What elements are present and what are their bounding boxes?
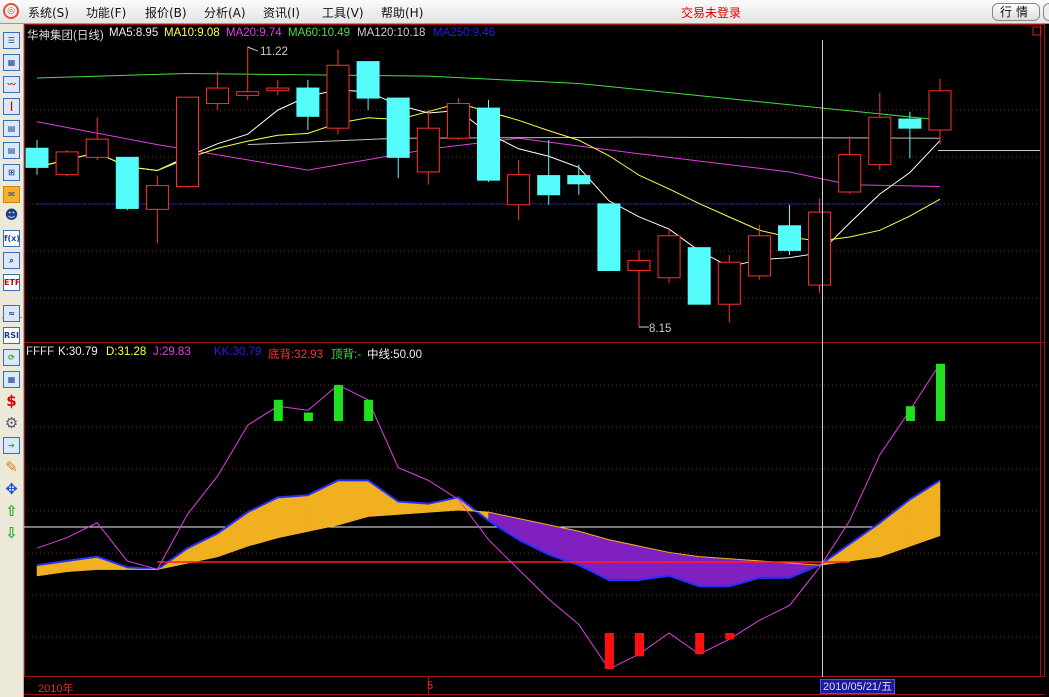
candle-up xyxy=(808,211,832,286)
candle-up xyxy=(326,64,350,129)
top-signal-bar xyxy=(303,412,313,421)
candle-down xyxy=(356,61,380,99)
kk-value: KK:30.79 xyxy=(214,346,262,358)
candle-down xyxy=(25,147,49,168)
candle-up xyxy=(145,185,169,210)
candle-down xyxy=(386,97,410,158)
candle-down xyxy=(537,175,561,196)
candle-down xyxy=(898,118,922,129)
candle-down xyxy=(687,247,711,305)
k-line xyxy=(36,479,941,588)
kd-band xyxy=(608,539,640,581)
top-divergence-value: 顶背:- xyxy=(331,349,362,361)
kd-band xyxy=(337,480,369,526)
candle-up xyxy=(236,91,260,96)
kd-band xyxy=(488,511,519,541)
kd-band xyxy=(759,560,790,579)
ma250-label: MA250:9.46 xyxy=(433,27,496,39)
candle-up xyxy=(176,96,199,188)
indicator-name: FFFF xyxy=(26,346,55,358)
ma120-label: MA120:10.18 xyxy=(357,27,426,39)
top-signal-bar xyxy=(273,399,283,421)
candle-down xyxy=(296,87,320,117)
candle-up xyxy=(868,116,892,166)
stock-title: 华神集团(日线) xyxy=(27,30,104,42)
candle-up xyxy=(55,151,79,176)
k-value: K:30.79 xyxy=(58,346,98,358)
kd-band xyxy=(277,494,309,538)
x-axis-month: 5 xyxy=(427,680,434,692)
low-price-marker: 8.15 xyxy=(649,323,672,335)
candle-up xyxy=(85,138,109,158)
ma10-label: MA10:9.08 xyxy=(164,27,220,39)
candle-up xyxy=(747,235,771,277)
candle-down xyxy=(567,175,591,185)
candle-up xyxy=(627,259,651,271)
kd-band xyxy=(698,556,730,587)
bottom-divergence-value: 底背:32.93 xyxy=(268,349,323,361)
mid-line-value: 中线:50.00 xyxy=(367,349,422,361)
candle-up xyxy=(838,154,862,193)
candle-up xyxy=(507,174,531,206)
top-signal-bar xyxy=(364,399,374,421)
ma5-label: MA5:8.95 xyxy=(109,27,159,39)
top-signal-bar xyxy=(334,384,343,421)
candle-up xyxy=(206,87,230,105)
bottom-signal-bar xyxy=(604,633,614,670)
d-value: D:31.28 xyxy=(106,346,147,358)
candle-down xyxy=(778,225,801,251)
candle-up xyxy=(446,103,470,139)
candle-up xyxy=(657,235,681,279)
top-signal-bar xyxy=(936,363,945,421)
kd-band xyxy=(217,511,248,558)
kd-band xyxy=(187,532,218,564)
candle-down xyxy=(115,156,139,209)
candle-down xyxy=(597,203,621,271)
j-value: J:29.83 xyxy=(153,346,191,358)
x-axis-year: 2010年 xyxy=(38,683,74,695)
cursor-date-label: 2010/05/21/五 xyxy=(820,679,896,694)
top-signal-bar xyxy=(905,406,915,421)
high-marker-arrow xyxy=(247,46,258,52)
high-price-marker: 11.22 xyxy=(260,46,288,58)
bottom-signal-bar xyxy=(695,633,705,655)
candle-down xyxy=(477,107,500,181)
candle-up xyxy=(266,87,290,92)
ma20-label: MA20:9.74 xyxy=(226,27,282,39)
bottom-signal-bar xyxy=(725,633,735,640)
ma60-label: MA60:10.49 xyxy=(288,27,351,39)
candle-up xyxy=(717,261,741,305)
candle-up xyxy=(928,90,952,131)
candle-up xyxy=(416,127,440,173)
restore-window-icon xyxy=(1032,26,1042,36)
bottom-signal-bar xyxy=(635,633,644,657)
ma120-line xyxy=(247,136,941,146)
